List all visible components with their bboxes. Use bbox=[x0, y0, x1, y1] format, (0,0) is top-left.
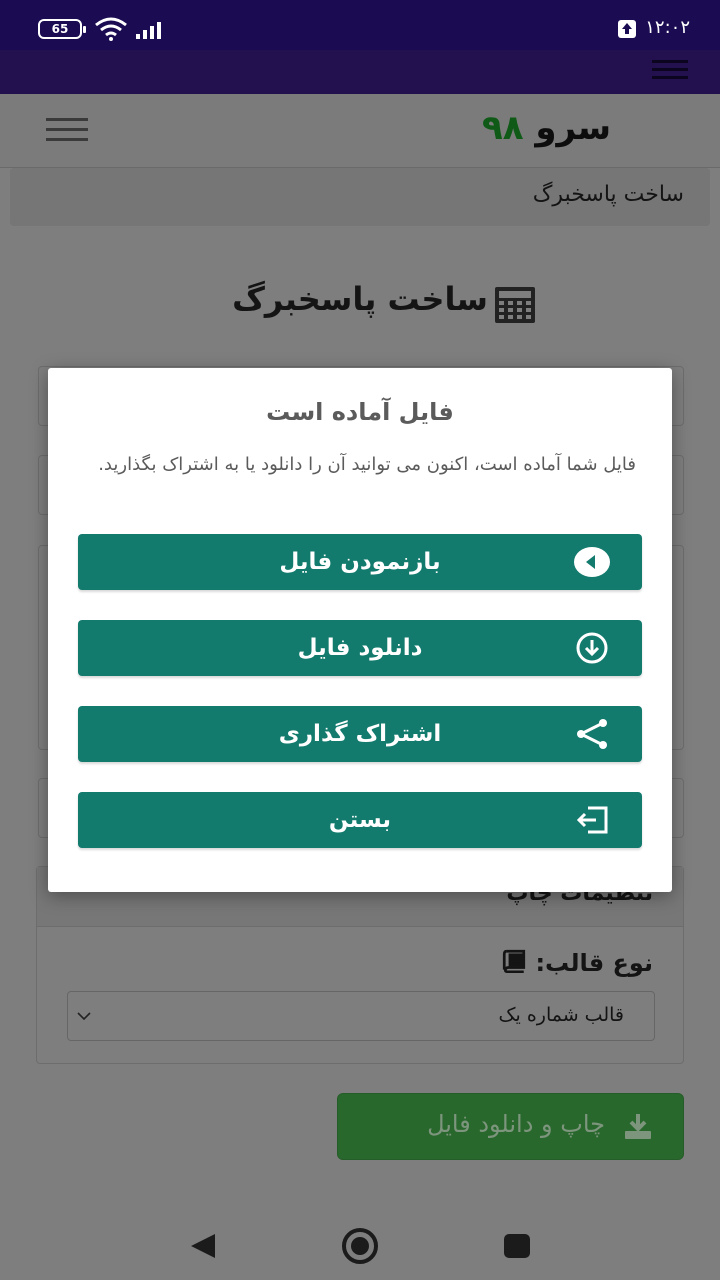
download-file-label: دانلود فایل bbox=[297, 635, 423, 661]
chevron-down-icon bbox=[77, 1012, 91, 1021]
app-top-bar bbox=[0, 50, 720, 94]
share-icon bbox=[577, 719, 607, 749]
download-circle-icon bbox=[576, 632, 608, 664]
book-icon bbox=[502, 949, 526, 974]
site-logo[interactable]: سرو ۹۸ bbox=[482, 108, 611, 148]
dialog-title: فایل آماده است bbox=[266, 398, 454, 426]
hamburger-menu-icon[interactable] bbox=[46, 118, 88, 142]
close-label: بستن bbox=[328, 807, 392, 833]
print-settings-card: تنظیمات چاپ نوع قالب: قالب شماره یک bbox=[36, 866, 684, 1064]
home-icon[interactable] bbox=[341, 1227, 379, 1265]
status-bar: 65 ۱۲:۰۲ bbox=[0, 0, 720, 50]
template-select-value: قالب شماره یک bbox=[498, 1004, 624, 1026]
calculator-icon bbox=[495, 287, 535, 323]
upload-notification-icon bbox=[618, 20, 636, 38]
share-label: اشتراک گذاری bbox=[278, 721, 442, 747]
clock: ۱۲:۰۲ bbox=[645, 17, 690, 38]
system-nav-bar bbox=[0, 1210, 720, 1280]
share-button[interactable]: اشتراک گذاری bbox=[78, 706, 642, 762]
print-download-label: چاپ و دانلود فایل bbox=[427, 1110, 605, 1138]
play-icon bbox=[574, 547, 610, 577]
breadcrumb: ساخت پاسخبرگ bbox=[10, 168, 710, 226]
breadcrumb-text: ساخت پاسخبرگ bbox=[532, 182, 684, 207]
top-menu-icon[interactable] bbox=[652, 60, 688, 84]
site-header: سرو ۹۸ bbox=[0, 94, 720, 168]
page-title-text: ساخت پاسخبرگ bbox=[232, 280, 488, 318]
template-type-label-text: نوع قالب: bbox=[535, 949, 653, 977]
back-icon[interactable] bbox=[188, 1232, 218, 1260]
template-select[interactable]: قالب شماره یک bbox=[67, 991, 655, 1041]
recent-apps-icon[interactable] bbox=[504, 1234, 530, 1258]
open-file-button[interactable]: بازنمودن فایل bbox=[78, 534, 642, 590]
print-download-button[interactable]: چاپ و دانلود فایل bbox=[337, 1093, 684, 1160]
download-file-button[interactable]: دانلود فایل bbox=[78, 620, 642, 676]
wifi-icon bbox=[95, 17, 127, 41]
open-file-label: بازنمودن فایل bbox=[279, 549, 441, 575]
download-tray-icon bbox=[625, 1114, 651, 1139]
signal-icon bbox=[136, 22, 161, 39]
template-type-label: نوع قالب: bbox=[501, 949, 653, 977]
file-ready-dialog: فایل آماده است فایل شما آماده است، اکنون… bbox=[48, 368, 672, 892]
dialog-message: فایل شما آماده است، اکنون می توانید آن ر… bbox=[98, 454, 636, 475]
logo-number: ۹۸ bbox=[482, 108, 524, 148]
logo-word: سرو bbox=[535, 108, 612, 148]
battery-icon: 65 bbox=[38, 19, 86, 39]
close-button[interactable]: بستن bbox=[78, 792, 642, 848]
sign-out-icon bbox=[576, 806, 608, 834]
page-title: ساخت پاسخبرگ bbox=[0, 280, 720, 318]
